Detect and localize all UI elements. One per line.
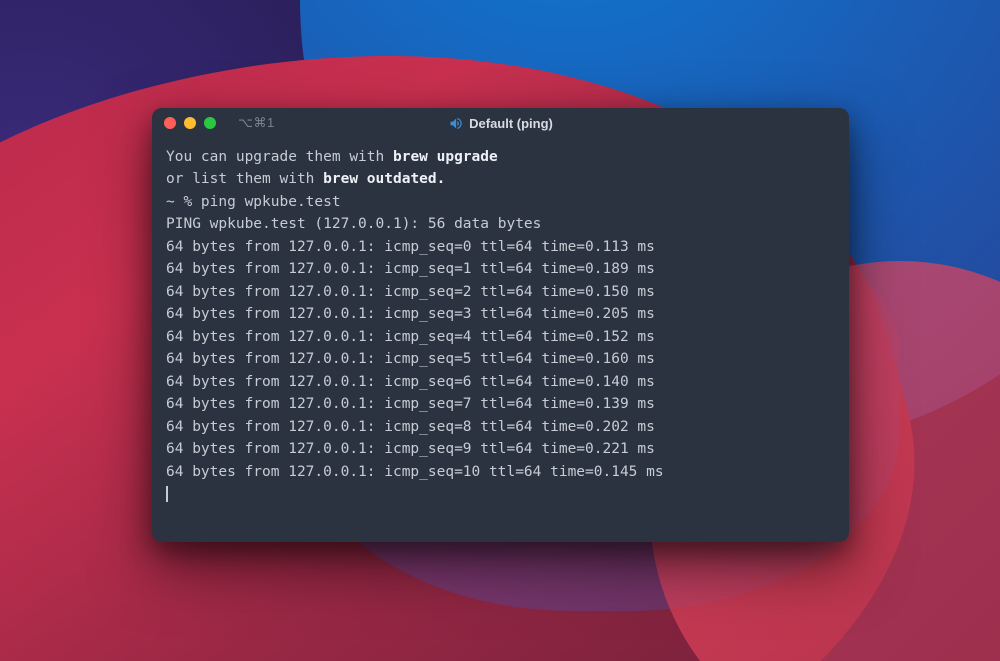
terminal-line: 64 bytes from 127.0.0.1: icmp_seq=0 ttl=… <box>166 236 835 258</box>
terminal-line: 64 bytes from 127.0.0.1: icmp_seq=4 ttl=… <box>166 326 835 348</box>
terminal-text: or list them with <box>166 171 323 187</box>
terminal-cursor-line <box>166 483 835 505</box>
terminal-cursor <box>166 486 168 502</box>
terminal-line: You can upgrade them with brew upgrade <box>166 146 835 168</box>
window-title-text: Default (ping) <box>469 116 553 131</box>
terminal-line: 64 bytes from 127.0.0.1: icmp_seq=9 ttl=… <box>166 438 835 460</box>
megaphone-icon <box>448 116 463 131</box>
terminal-line: PING wpkube.test (127.0.0.1): 56 data by… <box>166 213 835 235</box>
terminal-line: 64 bytes from 127.0.0.1: icmp_seq=10 ttl… <box>166 461 835 483</box>
terminal-window[interactable]: ⌥⌘1 Default (ping) You can upgrade them … <box>152 108 849 542</box>
traffic-lights <box>164 117 216 129</box>
terminal-text-bold: brew upgrade <box>393 149 498 165</box>
terminal-prompt-line: ~ % ping wpkube.test <box>166 191 835 213</box>
terminal-line: 64 bytes from 127.0.0.1: icmp_seq=7 ttl=… <box>166 393 835 415</box>
terminal-text-bold: brew outdated. <box>323 171 445 187</box>
terminal-line: 64 bytes from 127.0.0.1: icmp_seq=8 ttl=… <box>166 416 835 438</box>
minimize-button[interactable] <box>184 117 196 129</box>
terminal-line: or list them with brew outdated. <box>166 168 835 190</box>
terminal-line: 64 bytes from 127.0.0.1: icmp_seq=5 ttl=… <box>166 348 835 370</box>
terminal-line: 64 bytes from 127.0.0.1: icmp_seq=6 ttl=… <box>166 371 835 393</box>
tab-shortcut-indicator: ⌥⌘1 <box>238 115 275 131</box>
maximize-button[interactable] <box>204 117 216 129</box>
terminal-line: 64 bytes from 127.0.0.1: icmp_seq=1 ttl=… <box>166 258 835 280</box>
terminal-line: 64 bytes from 127.0.0.1: icmp_seq=2 ttl=… <box>166 281 835 303</box>
terminal-command: ping wpkube.test <box>201 194 341 210</box>
terminal-text: You can upgrade them with <box>166 149 393 165</box>
terminal-output[interactable]: You can upgrade them with brew upgradeor… <box>152 138 849 542</box>
window-title: Default (ping) <box>448 116 553 131</box>
terminal-line: 64 bytes from 127.0.0.1: icmp_seq=3 ttl=… <box>166 303 835 325</box>
close-button[interactable] <box>164 117 176 129</box>
window-titlebar[interactable]: ⌥⌘1 Default (ping) <box>152 108 849 138</box>
terminal-prompt: ~ % <box>166 194 201 210</box>
